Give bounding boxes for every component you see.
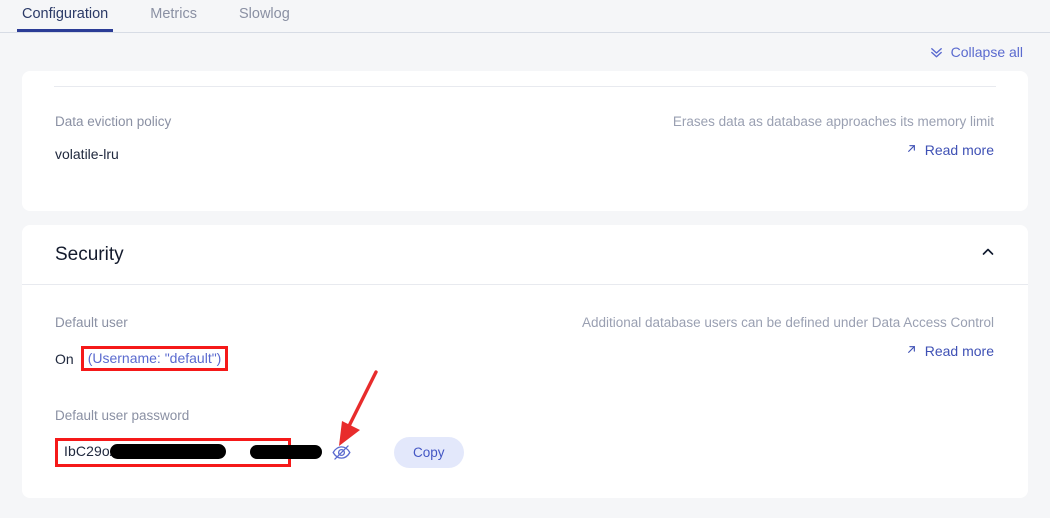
eviction-policy-help: Erases data as database approaches its m… <box>673 114 994 162</box>
collapse-all-button[interactable]: Collapse all <box>929 44 1023 60</box>
security-card-header[interactable]: Security <box>22 225 1028 284</box>
default-user-helper-text: Additional database users can be defined… <box>581 315 994 330</box>
default-user-password-field: Default user password IbC29oAyK1 Copy <box>55 408 994 468</box>
security-card: Security Default user On (Username: "def… <box>22 225 1028 498</box>
tab-bar: Configuration Metrics Slowlog <box>0 0 1050 33</box>
eviction-read-more-link[interactable]: Read more <box>905 142 994 158</box>
collapse-all-label: Collapse all <box>950 44 1023 60</box>
password-value-annotation[interactable]: IbC29oAyK1 <box>55 438 322 467</box>
default-user-label: Default user <box>55 315 128 330</box>
eviction-policy-field: Data eviction policy volatile-lru <box>55 114 171 162</box>
default-user-help: Additional database users can be defined… <box>582 315 994 371</box>
default-user-state: On <box>55 350 74 367</box>
external-link-arrow-icon <box>905 343 918 359</box>
external-link-arrow-icon <box>905 142 918 158</box>
default-user-password-label: Default user password <box>55 408 190 423</box>
tab-configuration[interactable]: Configuration <box>16 0 114 32</box>
redaction-bar <box>110 444 226 459</box>
eye-off-icon[interactable] <box>331 442 352 463</box>
tab-metrics[interactable]: Metrics <box>148 0 199 31</box>
eviction-read-more-label: Read more <box>924 142 994 158</box>
collapse-all-row: Collapse all <box>0 33 1050 71</box>
eviction-policy-helper-text: Erases data as database approaches its m… <box>672 114 994 129</box>
redaction-bar <box>250 445 322 459</box>
password-value: IbC29oAyK1 <box>64 443 322 459</box>
chevron-double-down-icon <box>929 45 944 60</box>
copy-password-button[interactable]: Copy <box>394 437 464 468</box>
password-visible-prefix: IbC29o <box>64 443 110 459</box>
default-user-field: Default user On (Username: "default") <box>55 315 229 371</box>
security-card-title: Security <box>55 243 124 265</box>
tab-slowlog[interactable]: Slowlog <box>237 0 292 31</box>
eviction-policy-value: volatile-lru <box>55 146 119 162</box>
security-read-more-label: Read more <box>924 343 994 359</box>
chevron-up-icon[interactable] <box>980 244 996 265</box>
data-eviction-card: Data eviction policy volatile-lru Erases… <box>22 71 1028 211</box>
eviction-policy-label: Data eviction policy <box>55 114 172 129</box>
default-username-annotation: (Username: "default") <box>80 346 229 371</box>
security-read-more-link[interactable]: Read more <box>905 343 994 359</box>
